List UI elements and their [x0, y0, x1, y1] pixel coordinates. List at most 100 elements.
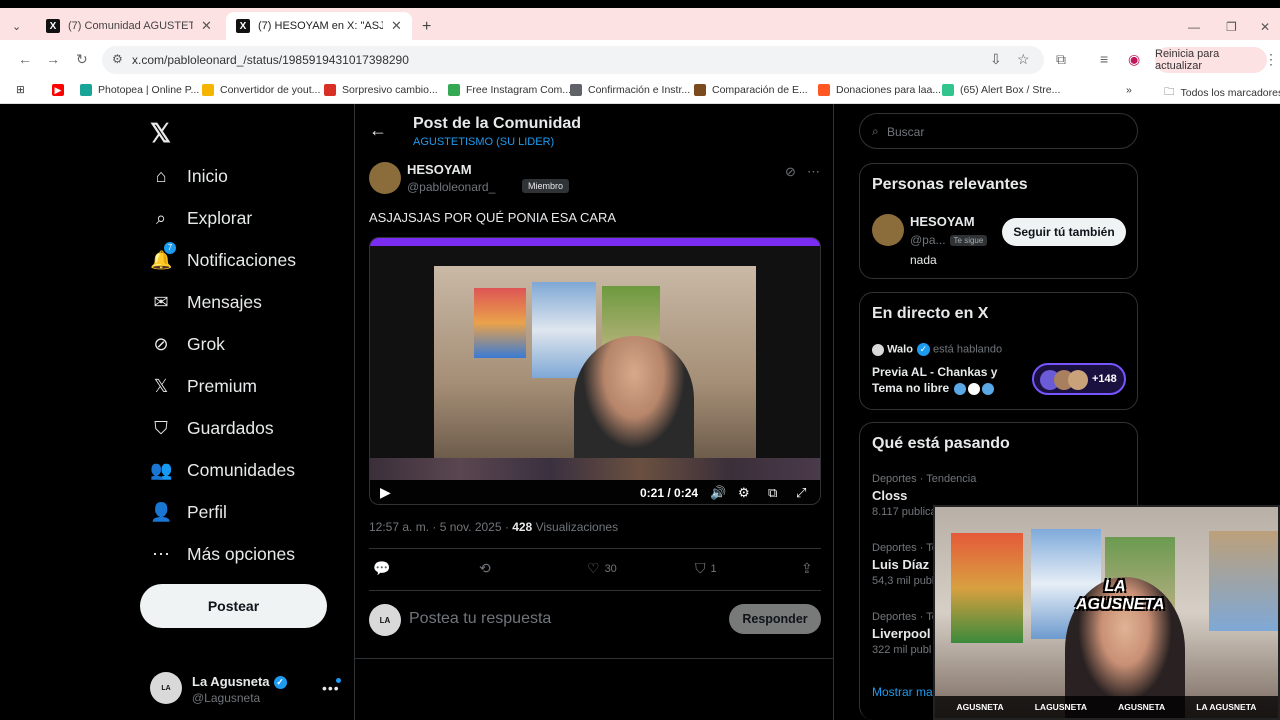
author-handle[interactable]: @pabloleonard_ [407, 180, 495, 194]
close-window-icon[interactable]: ✕ [1260, 20, 1270, 34]
forward-icon[interactable]: → [46, 51, 60, 67]
person-icon: 👤 [150, 502, 173, 522]
avatar [872, 343, 884, 356]
update-button[interactable]: Reinicia para actualizar [1155, 47, 1267, 73]
url-text[interactable]: x.com/pabloleonard_/status/1985919431017… [132, 53, 409, 67]
repost-icon[interactable]: ⟲ [479, 560, 491, 577]
live-listeners-pill[interactable]: +148 [1032, 363, 1126, 395]
bookmark-item[interactable]: Photopea | Online P... [80, 84, 199, 96]
apps-icon[interactable]: ⊞ [16, 84, 25, 96]
nav-inicio[interactable]: ⌂ Inicio [150, 166, 228, 187]
install-icon[interactable]: ⇩ [990, 51, 1002, 68]
blue-circles-icon [952, 381, 995, 395]
like-count: 30 [604, 562, 617, 575]
post-timestamp[interactable]: 12:57 a. m. · 5 nov. 2025 · [369, 520, 512, 534]
volume-icon[interactable]: 🔊 [710, 485, 726, 501]
video-player[interactable]: ▶ 0:21 / 0:24 🔊 ⚙ ⧉ ⤢ [369, 237, 821, 505]
views-label: Visualizaciones [532, 520, 619, 534]
x-logo-icon[interactable]: 𝕏 [150, 118, 171, 149]
all-bookmarks-folder[interactable]: 🗀 Todos los marcadores [1164, 84, 1280, 102]
close-tab-icon[interactable]: ✕ [391, 18, 402, 34]
menu-icon[interactable]: ⋮ [1264, 51, 1278, 68]
nav-explorar[interactable]: ⌕ Explorar [150, 208, 252, 229]
trend-item[interactable]: Deportes · Te Liverpool 322 mil publ [872, 611, 938, 656]
settings-icon[interactable]: ⚙ [738, 485, 750, 501]
popout-icon[interactable]: ⧉ [768, 485, 777, 501]
bookmark-button[interactable]: ⛉ 1 [695, 560, 717, 577]
nav-guardados[interactable]: ⛉ Guardados [150, 418, 273, 439]
bookmark-item[interactable]: Convertidor de yout... [202, 84, 320, 96]
site-info-icon[interactable]: ⚙ [112, 52, 123, 66]
bookmark-item[interactable]: Comparación de E... [694, 84, 808, 96]
panel-title: Personas relevantes [872, 176, 1028, 193]
extensions-icon[interactable]: ⧉ [1056, 51, 1066, 68]
live-panel: En directo en X Walo ✓ está hablando Prev… [859, 292, 1138, 410]
community-link[interactable]: AGUSTETISMO (SU LIDER) [413, 136, 554, 148]
reload-icon[interactable]: ↻ [76, 51, 88, 68]
reply-icon[interactable]: 💬 [373, 560, 390, 577]
tab-search-icon[interactable]: ⌄ [12, 20, 21, 33]
nav-notificaciones[interactable]: 🔔 7 Notificaciones [150, 242, 296, 271]
post-meta: 12:57 a. m. · 5 nov. 2025 · 428 Visualiz… [369, 520, 618, 534]
maximize-icon[interactable]: ❐ [1226, 20, 1237, 34]
profile-icon[interactable]: ◉ [1128, 51, 1140, 68]
account-name-text: La Agusneta [192, 674, 270, 689]
logo-line: LA [1104, 578, 1126, 595]
more-icon[interactable]: ⋯ [807, 164, 820, 180]
live-topic-line-1[interactable]: Previa AL - Chankas y [872, 365, 997, 379]
like-button[interactable]: ♡ 30 [587, 560, 617, 577]
reply-input[interactable]: Postea tu respuesta [409, 610, 551, 628]
live-topic-line-2[interactable]: Tema no libre [872, 381, 995, 395]
nav-premium[interactable]: 𝕏 Premium [150, 376, 257, 397]
share-icon[interactable]: ⇪ [801, 560, 813, 577]
bookmarks-overflow-icon[interactable]: » [1126, 84, 1132, 96]
person-image [574, 336, 694, 462]
star-icon[interactable]: ☆ [1017, 51, 1030, 68]
nav-label: Notificaciones [187, 250, 296, 270]
follows-you-badge: Te sigue [949, 235, 988, 247]
nav-mensajes[interactable]: ✉ Mensajes [150, 292, 261, 313]
back-arrow-icon[interactable]: ← [369, 120, 387, 141]
bookmark-item[interactable]: Donaciones para laa... [818, 84, 941, 96]
tab-post[interactable]: X (7) HESOYAM en X: "ASJAJSJAS ✕ [226, 12, 412, 40]
reply-button[interactable]: Responder [729, 604, 821, 634]
nav-comunidades[interactable]: 👥 Comunidades [150, 460, 295, 481]
bookmark-item[interactable]: Free Instagram Com... [448, 84, 571, 96]
close-tab-icon[interactable]: ✕ [201, 18, 212, 34]
new-tab-icon[interactable]: + [422, 18, 431, 36]
minimize-icon[interactable]: — [1188, 20, 1200, 34]
logo-line: AGUSNETA [1076, 596, 1165, 613]
show-more-link[interactable]: Mostrar ma [872, 685, 933, 699]
post-button[interactable]: Postear [140, 584, 327, 628]
bookmark-favicon-icon [202, 84, 214, 96]
fullscreen-icon[interactable]: ⤢ [796, 485, 806, 501]
bookmark-label: Convertidor de yout... [220, 84, 321, 96]
youtube-bookmark[interactable]: ▶ [52, 84, 70, 96]
folder-icon: 🗀 [1164, 86, 1175, 98]
back-icon[interactable]: ← [18, 51, 32, 67]
grok-icon[interactable]: ⊘ [785, 164, 796, 180]
avatar[interactable] [872, 214, 904, 246]
bookmark-item[interactable]: Confirmación e Instr... [570, 84, 690, 96]
author-name[interactable]: HESOYAM [407, 162, 472, 177]
media-icon[interactable]: ≡ [1100, 51, 1108, 67]
trend-count: 322 mil publ [872, 644, 932, 656]
person-name[interactable]: HESOYAM [910, 214, 975, 229]
trend-count: 54,3 mil publ [872, 575, 935, 587]
nav-grok[interactable]: ⊘ Grok [150, 334, 224, 355]
bookmark-item[interactable]: (65) Alert Box / Stre... [942, 84, 1060, 96]
follow-button[interactable]: Seguir tú también [1002, 218, 1126, 246]
play-icon[interactable]: ▶ [380, 484, 391, 501]
nav-perfil[interactable]: 👤 Perfil [150, 502, 227, 523]
account-switcher[interactable]: LA La Agusneta ✓ @Lagusneta ••• [150, 670, 345, 710]
author-avatar[interactable] [369, 162, 401, 194]
trend-item[interactable]: Deportes · Te Luis Díaz 54,3 mil publ [872, 542, 938, 587]
omnibox[interactable]: ⚙ x.com/pabloleonard_/status/19859194310… [102, 46, 1044, 74]
live-host-row[interactable]: Walo ✓ está hablando [872, 343, 1002, 356]
tab-comunidad[interactable]: X (7) Comunidad AGUSTETISMO (SU ✕ [36, 12, 222, 40]
bookmark-item[interactable]: Sorpresivo cambio... [324, 84, 438, 96]
search-input[interactable]: ⌕ Buscar [859, 113, 1138, 149]
account-name: La Agusneta ✓ [192, 674, 287, 690]
nav-mas-opciones[interactable]: ⋯ Más opciones [150, 544, 295, 565]
host-status: está hablando [933, 343, 1003, 356]
